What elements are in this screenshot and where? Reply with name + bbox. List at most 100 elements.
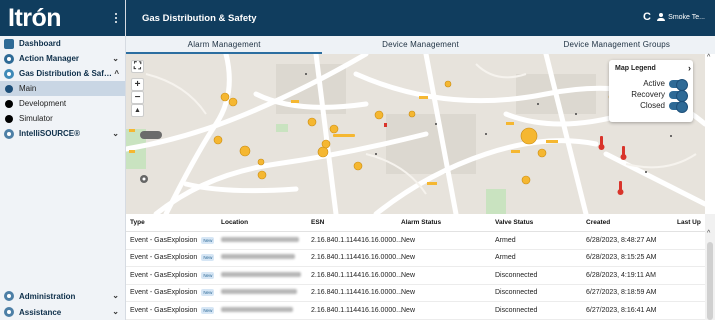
tab-device-management[interactable]: Device Management bbox=[322, 36, 518, 54]
sidebar-menu-icon[interactable] bbox=[113, 13, 119, 25]
cell-created: 6/27/2023, 8:18:59 AM bbox=[586, 289, 657, 297]
cell-alarm-status: New bbox=[401, 289, 416, 297]
cell-type: Event - GasExplosion bbox=[130, 306, 198, 314]
cell-valve-status: Disconnected bbox=[495, 271, 538, 279]
sidebar-item-label: Gas Distribution & Saf… bbox=[19, 69, 112, 78]
tab-alarm-management[interactable]: Alarm Management bbox=[126, 36, 323, 54]
cell-valve-status: Armed bbox=[495, 254, 516, 262]
legend-expand-icon[interactable]: › bbox=[688, 63, 691, 73]
col-esn[interactable]: ESN bbox=[311, 219, 401, 226]
cell-type: Event - GasExplosion bbox=[130, 236, 198, 244]
sidebar-item-label: Development bbox=[19, 99, 67, 108]
dashboard-icon bbox=[4, 38, 14, 49]
table-row[interactable]: Event - GasExplosion New 2.16.840.1.11441… bbox=[126, 302, 715, 320]
table-row[interactable]: Event - GasExplosion New 2.16.840.1.11441… bbox=[126, 232, 715, 250]
cell-esn: 2.16.840.1.114416.16.0000... bbox=[311, 271, 402, 279]
sidebar-item-intellisource[interactable]: IntelliSOURCE® ⌄ bbox=[0, 126, 125, 141]
col-type[interactable]: Type bbox=[126, 219, 221, 226]
closed-toggle[interactable] bbox=[669, 100, 688, 113]
sidebar: Itrón Dashboard Action Manager ⌄ Gas Dis… bbox=[0, 0, 126, 320]
cell-location-redacted bbox=[221, 306, 293, 312]
col-last-updated[interactable]: Last Up bbox=[677, 219, 705, 226]
cell-valve-status: Armed bbox=[495, 236, 516, 244]
scroll-up-icon[interactable]: ^ bbox=[707, 54, 710, 61]
chevron-down-icon[interactable]: ⌄ bbox=[112, 129, 119, 138]
map-view[interactable]: ⛶ + − ▲ Map Legend › Active Recovery Clo… bbox=[126, 54, 705, 214]
sidebar-item-dashboard[interactable]: Dashboard bbox=[0, 36, 125, 51]
intellisource-icon bbox=[4, 128, 14, 139]
table-row[interactable]: Event - GasExplosion New 2.16.840.1.11441… bbox=[126, 267, 715, 285]
sidebar-item-label: Assistance bbox=[19, 307, 62, 317]
col-created[interactable]: Created bbox=[586, 219, 677, 226]
legend-title: Map Legend bbox=[615, 65, 656, 72]
gas-distribution-icon bbox=[4, 68, 14, 79]
table-row[interactable]: Event - GasExplosion New 2.16.840.1.11441… bbox=[126, 250, 715, 267]
chevron-down-icon[interactable]: ⌄ bbox=[112, 54, 119, 63]
sidebar-item-label: Main bbox=[19, 84, 37, 93]
table-scrollbar[interactable]: ^ bbox=[705, 214, 715, 320]
new-badge: New bbox=[201, 254, 215, 262]
cell-type: Event - GasExplosion bbox=[130, 289, 198, 297]
col-alarm-status[interactable]: Alarm Status bbox=[401, 219, 495, 226]
tab-bar: Alarm Management Device Management Devic… bbox=[126, 36, 715, 54]
cell-esn: 2.16.840.1.114416.16.0000... bbox=[311, 289, 402, 297]
new-badge: New bbox=[201, 236, 215, 244]
new-badge: New bbox=[201, 289, 215, 297]
chevron-down-icon[interactable]: ⌄ bbox=[112, 307, 119, 316]
cell-esn: 2.16.840.1.114416.16.0000... bbox=[311, 306, 402, 314]
user-icon bbox=[657, 13, 666, 21]
sidebar-item-label: Administration bbox=[19, 291, 76, 301]
development-dot-icon bbox=[5, 99, 13, 108]
zoom-in-button[interactable]: + bbox=[131, 78, 144, 91]
cell-alarm-status: New bbox=[401, 236, 416, 244]
col-location[interactable]: Location bbox=[221, 219, 311, 226]
legend-label: Active bbox=[643, 79, 665, 88]
brand-header: Itrón bbox=[0, 0, 125, 36]
new-badge: New bbox=[201, 306, 215, 314]
scroll-up-icon[interactable]: ^ bbox=[707, 230, 710, 237]
active-toggle[interactable] bbox=[669, 78, 688, 91]
sidebar-item-gas-distribution[interactable]: Gas Distribution & Saf… ^ bbox=[0, 66, 125, 81]
itron-logo: Itrón bbox=[8, 4, 62, 32]
cell-created: 6/28/2023, 4:19:11 AM bbox=[586, 271, 656, 279]
sidebar-item-label: IntelliSOURCE® bbox=[19, 129, 81, 138]
user-menu[interactable]: Smoke Te... bbox=[657, 13, 705, 21]
action-manager-icon bbox=[4, 53, 14, 64]
sidebar-item-development[interactable]: Development bbox=[0, 96, 125, 111]
administration-icon bbox=[4, 291, 14, 301]
legend-label: Closed bbox=[640, 101, 665, 110]
chevron-up-icon[interactable]: ^ bbox=[114, 69, 119, 78]
legend-label: Recovery bbox=[631, 90, 665, 99]
sidebar-item-assistance[interactable]: Assistance ⌄ bbox=[0, 304, 125, 320]
compass-button[interactable]: ▲ bbox=[131, 104, 144, 117]
tab-device-management-groups[interactable]: Device Management Groups bbox=[519, 36, 715, 54]
cell-created: 6/28/2023, 8:15:25 AM bbox=[586, 254, 657, 262]
map-scrollbar[interactable]: ^ bbox=[705, 54, 715, 214]
refresh-icon[interactable]: C bbox=[643, 11, 651, 23]
cell-location-redacted bbox=[221, 254, 295, 260]
sidebar-item-simulator[interactable]: Simulator bbox=[0, 111, 125, 126]
user-name: Smoke Te... bbox=[668, 13, 705, 21]
zoom-out-button[interactable]: − bbox=[131, 91, 144, 104]
chevron-down-icon[interactable]: ⌄ bbox=[112, 291, 119, 300]
sidebar-item-administration[interactable]: Administration ⌄ bbox=[0, 288, 125, 304]
table-row[interactable]: Event - GasExplosion New 2.16.840.1.11441… bbox=[126, 285, 715, 302]
col-valve-status[interactable]: Valve Status bbox=[495, 219, 586, 226]
simulator-dot-icon bbox=[5, 114, 13, 123]
sidebar-item-label: Simulator bbox=[19, 114, 53, 123]
alarm-table: Type Location ESN Alarm Status Valve Sta… bbox=[126, 214, 715, 320]
cell-type: Event - GasExplosion bbox=[130, 271, 198, 279]
fullscreen-button[interactable]: ⛶ bbox=[131, 60, 144, 73]
cell-type: Event - GasExplosion bbox=[130, 254, 198, 262]
cell-alarm-status: New bbox=[401, 306, 416, 314]
cell-esn: 2.16.840.1.114416.16.0000... bbox=[311, 254, 402, 262]
sidebar-item-label: Dashboard bbox=[19, 39, 61, 48]
sidebar-item-label: Action Manager bbox=[19, 54, 80, 63]
sidebar-item-main[interactable]: Main bbox=[0, 81, 125, 96]
recovery-toggle[interactable] bbox=[669, 89, 688, 102]
cell-valve-status: Disconnected bbox=[495, 306, 538, 314]
cell-esn: 2.16.840.1.114416.16.0000... bbox=[311, 236, 402, 244]
sidebar-item-action-manager[interactable]: Action Manager ⌄ bbox=[0, 51, 125, 66]
scrollbar-thumb[interactable] bbox=[707, 242, 713, 320]
new-badge: New bbox=[201, 271, 215, 279]
